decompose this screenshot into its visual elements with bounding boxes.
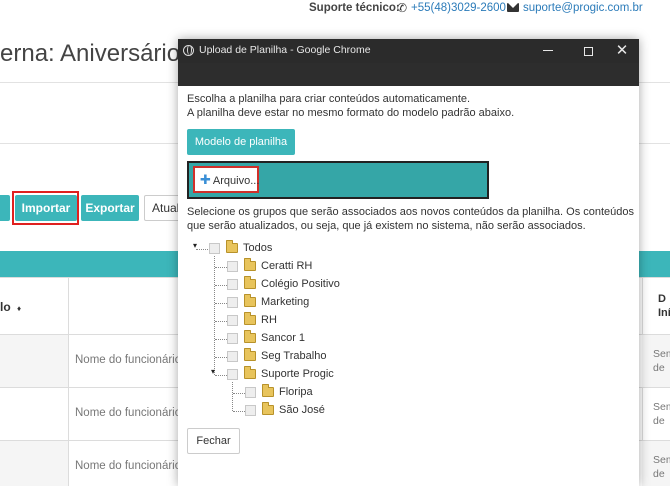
window-titlebar[interactable]: Upload de Planilha - Google Chrome ✕ (178, 39, 639, 63)
table-cell-date-line2: de (653, 415, 665, 427)
toolbar-left-button[interactable] (0, 195, 10, 221)
window-title: Upload de Planilha - Google Chrome (199, 44, 371, 56)
tree-checkbox[interactable] (245, 387, 256, 398)
tree-checkbox[interactable] (227, 261, 238, 272)
tree-label: Colégio Positivo (261, 278, 340, 290)
minimize-button[interactable] (528, 39, 568, 63)
tree-label: Marketing (261, 296, 310, 308)
tree-connector (233, 411, 245, 412)
tree-connector (215, 375, 227, 376)
table-column-divider (68, 277, 69, 486)
tree-connector (215, 357, 227, 358)
intro-text: A planilha deve estar no mesmo formato d… (187, 107, 515, 119)
folder-icon (226, 240, 238, 253)
tree-connector (196, 249, 208, 250)
tree-label: RH (261, 314, 277, 326)
folder-icon (262, 384, 274, 397)
table-cell-date-line1: Sem (653, 401, 670, 413)
choose-file-label: Arquivo... (212, 175, 260, 187)
tree-label: Sancor 1 (261, 332, 306, 344)
plus-icon: ✚ (200, 172, 211, 187)
tree-checkbox[interactable] (209, 243, 220, 254)
tree-connector (215, 339, 227, 340)
phone-icon: ✆ (397, 1, 408, 15)
upload-popup-window: Upload de Planilha - Google Chrome ✕ Esc… (178, 39, 639, 486)
folder-icon (244, 276, 256, 289)
close-window-button[interactable]: ✕ (602, 39, 642, 63)
folder-icon (244, 258, 256, 271)
table-cell-date: Sem de (653, 347, 670, 375)
window-address-strip (178, 63, 639, 86)
top-support-bar: Suporte técnico: ✆ +55(48)3029-2600 supo… (0, 0, 670, 20)
folder-icon (244, 294, 256, 307)
folder-icon (244, 330, 256, 343)
folder-icon (244, 366, 256, 379)
tree-checkbox[interactable] (245, 405, 256, 416)
table-cell-name: Nome do funcionário (75, 407, 182, 419)
mail-icon (507, 3, 519, 12)
table-cell-date-line2: de (653, 362, 665, 374)
tree-label: Todos (243, 242, 273, 254)
folder-icon (262, 402, 274, 415)
tree-checkbox[interactable] (227, 369, 238, 380)
tree-checkbox[interactable] (227, 315, 238, 326)
table-cell-name: Nome do funcionário (75, 354, 182, 366)
tree-connector (233, 393, 245, 394)
maximize-icon (583, 47, 593, 56)
import-highlight-box (12, 191, 79, 225)
choose-file-button[interactable]: ✚ Arquivo... (193, 166, 259, 193)
support-label: Suporte técnico: (309, 2, 400, 14)
table-header-name-label: lo (0, 300, 11, 314)
groups-instructions: Selecione os grupos que serão associados… (187, 206, 635, 218)
tree-checkbox[interactable] (227, 297, 238, 308)
table-cell-date: Sem de (653, 453, 670, 481)
table-header-date[interactable]: D Iní (658, 292, 670, 320)
table-cell-name: Nome do funcionário (75, 460, 182, 472)
close-button[interactable]: Fechar (187, 428, 240, 454)
sort-icon: ♦ (17, 304, 22, 313)
table-header-name[interactable]: lo ♦ (0, 300, 21, 314)
tree-checkbox[interactable] (227, 333, 238, 344)
tree-connector (215, 267, 227, 268)
table-header-date-line1: D (658, 293, 666, 305)
table-cell-date-line1: Sem (653, 454, 670, 466)
table-row-band (0, 335, 68, 387)
tree-label: Suporte Progic (261, 368, 334, 380)
tree-connector (232, 382, 233, 411)
table-cell-date-line1: Sem (653, 348, 670, 360)
table-cell-date-line2: de (653, 468, 665, 480)
minimize-icon (543, 50, 553, 51)
upload-form: Escolha a planilha para criar conteúdos … (178, 86, 639, 486)
export-button[interactable]: Exportar (81, 195, 139, 221)
tree-checkbox[interactable] (227, 351, 238, 362)
support-phone-link[interactable]: +55(48)3029-2600 (411, 2, 506, 14)
tree-connector (215, 285, 227, 286)
table-header-date-line2: Iní (658, 307, 670, 319)
table-cell-date: Sem de (653, 400, 670, 428)
folder-icon (244, 348, 256, 361)
tree-label: Floripa (279, 386, 313, 398)
support-email-link[interactable]: suporte@progic.com.br (523, 2, 643, 14)
folder-icon (244, 312, 256, 325)
tree-label: Seg Trabalho (261, 350, 327, 362)
tree-checkbox[interactable] (227, 279, 238, 290)
close-icon: ✕ (615, 42, 629, 59)
globe-icon (183, 45, 194, 56)
tree-connector (215, 321, 227, 322)
page-title: erna: Aniversários (0, 40, 193, 67)
table-row-band (0, 441, 68, 486)
file-upload-bar: ✚ Arquivo... (187, 161, 489, 199)
groups-instructions: que serão atualizados, ou seja, que já e… (187, 220, 586, 232)
intro-text: Escolha a planilha para criar conteúdos … (187, 93, 471, 105)
tree-connector (215, 303, 227, 304)
tree-label: São José (279, 404, 325, 416)
download-model-button[interactable]: Modelo de planilha (187, 129, 295, 155)
tree-label: Ceratti RH (261, 260, 313, 272)
